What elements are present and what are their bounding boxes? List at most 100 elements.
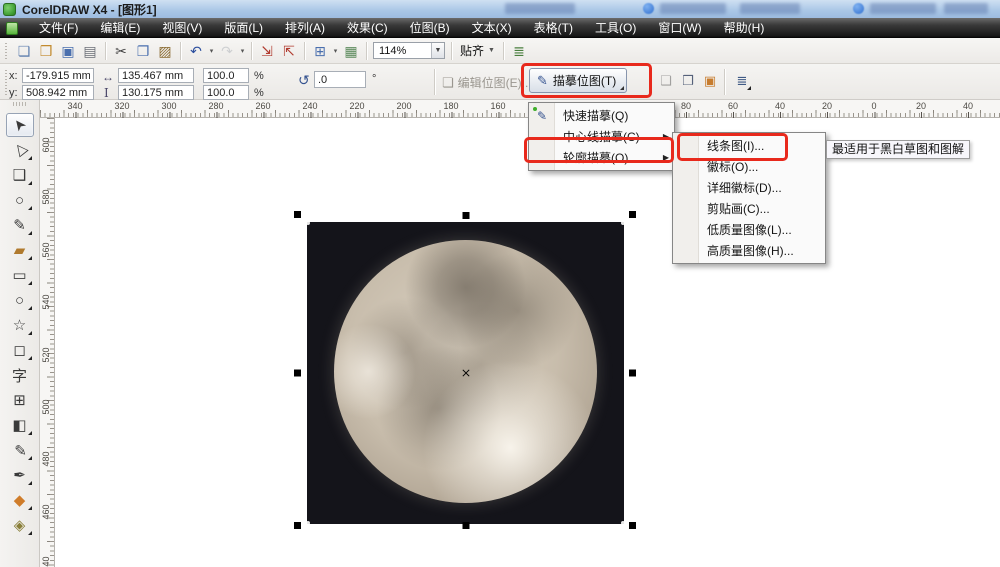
toolbar-grip[interactable]: [3, 40, 10, 61]
menu-item-view[interactable]: 视图(V): [151, 18, 213, 38]
menu-item-tools[interactable]: 工具(O): [584, 18, 647, 38]
smart-fill-tool[interactable]: ▰: [6, 238, 34, 262]
selection-center-marker[interactable]: [461, 369, 470, 378]
flyout-indicator: [27, 306, 32, 310]
menu-item-table[interactable]: 表格(T): [523, 18, 584, 38]
pick-tool[interactable]: ➤: [5, 113, 34, 137]
scale-horizontal-field[interactable]: [203, 68, 249, 83]
text-tool[interactable]: 字: [6, 363, 34, 387]
ruler-label: 460: [41, 504, 51, 520]
ruler-label: 520: [41, 347, 51, 363]
blend-tool-icon: ◧: [12, 417, 27, 434]
ruler-label: 0: [871, 101, 877, 119]
undo-dropdown-icon[interactable]: ▾: [207, 47, 216, 55]
menu-item-edit[interactable]: 编辑(E): [89, 18, 151, 38]
crop-bitmap-button[interactable]: ❒: [678, 71, 698, 91]
selection-handle-middle-right[interactable]: [629, 369, 636, 377]
ruler-label: 200: [396, 101, 412, 119]
ruler-label: 240: [302, 101, 318, 119]
submenu-item-clipart[interactable]: 剪贴画(C)...: [673, 198, 825, 219]
options-button[interactable]: ≣: [509, 41, 529, 61]
ruler-label: 260: [255, 101, 271, 119]
censored-avatar: [853, 3, 864, 14]
object-width-field[interactable]: [118, 68, 194, 83]
vertical-ruler[interactable]: 600 580 560 540 520 500 480 460 440: [40, 118, 55, 567]
selected-bitmap-moon[interactable]: [294, 211, 636, 529]
pick-tool-icon: ➤: [9, 114, 31, 135]
copy-icon[interactable]: ❐: [133, 41, 153, 61]
export-icon[interactable]: ⇱: [279, 41, 299, 61]
eyedropper-tool-icon: ✐: [10, 443, 28, 457]
outline-pen-tool[interactable]: ✒: [6, 463, 34, 487]
bitmap-color-mask-button[interactable]: ▣: [700, 71, 720, 91]
table-tool[interactable]: ⊞: [6, 388, 34, 412]
ruler-label: 440: [41, 556, 51, 567]
ruler-label: 540: [41, 294, 51, 310]
corel-online-icon[interactable]: ▦: [341, 41, 361, 61]
menu-item-bitmaps[interactable]: 位图(B): [399, 18, 461, 38]
ellipse-tool-icon: ○: [14, 291, 25, 309]
selection-handle-top-middle[interactable]: [462, 212, 469, 219]
menu-item-help[interactable]: 帮助(H): [713, 18, 776, 38]
object-height-field[interactable]: [118, 85, 194, 100]
selection-handle-bottom-right[interactable]: [629, 522, 636, 529]
selection-handle-bottom-left[interactable]: [294, 522, 301, 529]
annotation-box-outline-trace: [524, 137, 674, 163]
open-folder-icon[interactable]: ❒: [36, 41, 56, 61]
object-height-icon: Ⅰ: [104, 86, 109, 100]
application-launcher-dropdown-icon[interactable]: ▾: [331, 47, 340, 55]
y-position-field[interactable]: [22, 85, 94, 100]
save-icon[interactable]: ▣: [58, 41, 78, 61]
separator: [105, 41, 106, 60]
new-document-icon[interactable]: ❏: [14, 41, 34, 61]
zoom-tool[interactable]: ○: [6, 188, 34, 212]
submenu-item-high-quality-image[interactable]: 高质量图像(H)...: [673, 240, 825, 261]
zoom-level-dropdown-icon[interactable]: ▼: [431, 43, 444, 58]
rotation-angle-field[interactable]: [314, 71, 366, 88]
selection-handle-top-left[interactable]: [294, 211, 301, 218]
quick-trace-icon: ✎: [533, 107, 550, 123]
crop-tool[interactable]: ❑: [6, 163, 34, 187]
toolbox-grip[interactable]: [13, 102, 27, 106]
menu-item-arrange[interactable]: 排列(A): [274, 18, 336, 38]
menu-item-quick-trace[interactable]: ✎ 快速描摹(Q): [529, 105, 674, 126]
fill-tool[interactable]: ◆: [6, 488, 34, 512]
interactive-fill-tool[interactable]: ◈: [6, 513, 34, 537]
x-position-field[interactable]: [22, 68, 94, 83]
text-tool-icon: 字: [11, 367, 27, 385]
selection-handle-bottom-middle[interactable]: [462, 522, 469, 529]
eyedropper-tool[interactable]: ✐: [6, 438, 34, 462]
menu-item-window[interactable]: 窗口(W): [647, 18, 712, 38]
rectangle-tool[interactable]: ▭: [6, 263, 34, 287]
application-launcher-icon[interactable]: ⊞: [310, 41, 330, 61]
selection-handle-top-right[interactable]: [629, 211, 636, 218]
cut-icon[interactable]: ✂: [111, 41, 131, 61]
print-icon[interactable]: ▤: [80, 41, 100, 61]
submenu-item-detailed-logo[interactable]: 详细徽标(D)...: [673, 177, 825, 198]
freehand-tool[interactable]: ✎: [6, 213, 34, 237]
toolbox: ➤ ▷ ❑ ○ ✎ ▰ ▭ ○ ☆ ◻ 字 ⊞ ◧ ✐ ✒ ◆ ◈: [0, 100, 40, 567]
menu-item-effects[interactable]: 效果(C): [336, 18, 399, 38]
paste-icon[interactable]: ▨: [155, 41, 175, 61]
menu-item-file[interactable]: 文件(F): [28, 18, 89, 38]
submenu-item-low-quality-image[interactable]: 低质量图像(L)...: [673, 219, 825, 240]
scale-vertical-field[interactable]: [203, 85, 249, 100]
shape-tool[interactable]: ▷: [6, 138, 34, 162]
undo-icon[interactable]: ↶: [186, 41, 206, 61]
polygon-tool[interactable]: ☆: [6, 313, 34, 337]
zoom-level-combobox[interactable]: 114% ▼: [373, 42, 445, 59]
wrap-text-button[interactable]: ≣: [732, 71, 752, 91]
menu-item-layout[interactable]: 版面(L): [213, 18, 274, 38]
ruler-label: 600: [41, 137, 51, 153]
import-icon[interactable]: ⇲: [257, 41, 277, 61]
smart-fill-tool-icon: ▰: [13, 242, 26, 259]
basic-shapes-tool[interactable]: ◻: [6, 338, 34, 362]
horizontal-ruler[interactable]: 3403203002802602402202001801601401201008…: [40, 100, 1000, 119]
separator: [724, 69, 725, 95]
degree-sign: °: [372, 73, 377, 85]
blend-tool[interactable]: ◧: [6, 413, 34, 437]
ellipse-tool[interactable]: ○: [6, 288, 34, 312]
snap-to-button[interactable]: 贴齐 ▼: [456, 41, 499, 61]
menu-item-text[interactable]: 文本(X): [461, 18, 523, 38]
selection-handle-middle-left[interactable]: [294, 369, 301, 377]
